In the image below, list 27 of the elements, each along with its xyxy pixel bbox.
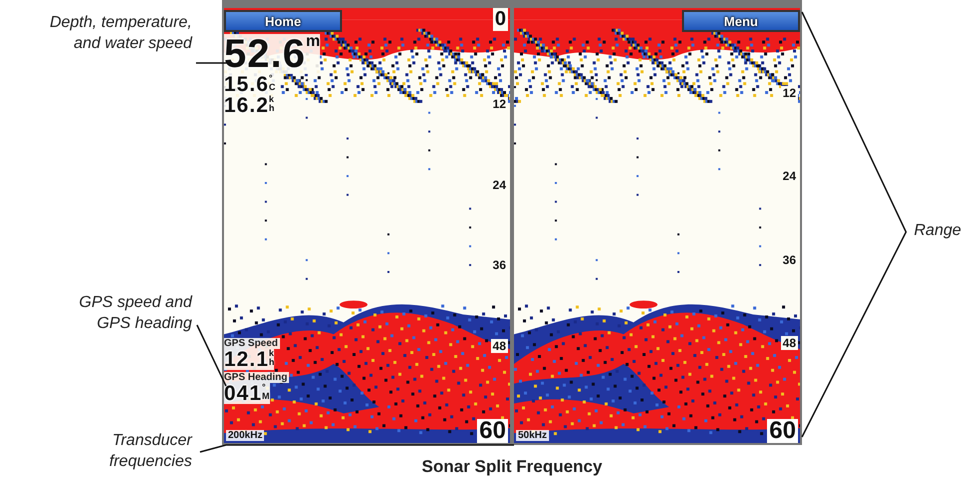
callout-text: Range	[914, 221, 962, 241]
range-label: 12	[780, 86, 798, 100]
callout-text: GPS speed and GPS heading	[78, 293, 192, 334]
unit-label: k h	[268, 349, 274, 367]
pane-button[interactable]: Menu	[682, 10, 800, 32]
readout-value: 041	[224, 383, 262, 404]
callout-text: Depth, temperature, and water speed	[48, 13, 192, 54]
range-label: 60	[477, 418, 508, 443]
unit-label: ° C	[268, 74, 276, 92]
unit-label: ° M	[262, 383, 270, 401]
readout-value: 12.1	[224, 349, 269, 370]
range-label: 60	[767, 419, 798, 443]
readout-label: GPS Speed	[224, 338, 280, 349]
leader-line	[196, 62, 228, 64]
figure-caption: Sonar Split Frequency	[422, 457, 602, 477]
unit-label: k h	[268, 95, 274, 113]
readout-label: GPS Heading	[224, 372, 290, 383]
unit-label: m	[306, 34, 320, 50]
readout-value: 52.6	[224, 34, 306, 74]
frequency-label: 200kHz	[226, 430, 264, 441]
frequency-label: 50kHz	[516, 430, 549, 441]
readout-value: 16.2	[224, 95, 269, 116]
callout-text: Transducer frequencies	[108, 431, 192, 472]
range-label: 36	[490, 258, 508, 272]
readout-value: 15.6	[224, 74, 269, 95]
pane-button[interactable]: Home	[224, 10, 342, 32]
range-label: 0	[492, 8, 508, 31]
